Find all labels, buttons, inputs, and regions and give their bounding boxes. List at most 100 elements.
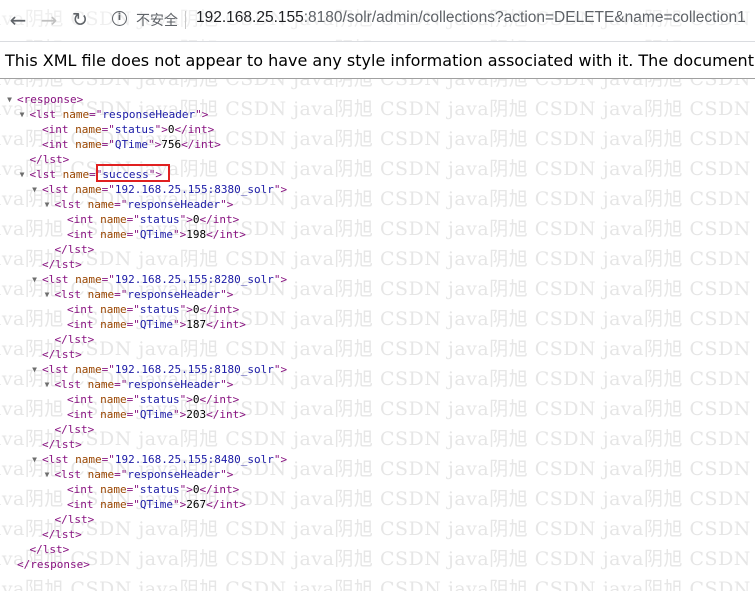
success-highlight-box xyxy=(96,164,170,182)
watermark-row: ava阴旭 CSDN java阴旭 CSDN java阴旭 CSDN java阴… xyxy=(0,578,755,591)
xml-token: 0 xyxy=(192,213,200,226)
xml-token: name xyxy=(87,288,115,301)
watermark-row: ava阴旭 CSDN java阴旭 CSDN java阴旭 CSDN java阴… xyxy=(0,518,755,540)
collapse-triangle-icon[interactable]: ▼ xyxy=(43,467,52,482)
xml-token: </lst> xyxy=(54,513,95,526)
xml-token: name xyxy=(100,213,127,226)
collapse-triangle-icon[interactable]: ▼ xyxy=(18,107,27,122)
xml-token: name xyxy=(100,498,127,511)
xml-token: "> xyxy=(154,123,168,136)
address-bar[interactable]: 192.168.25.155:8180/solr/admin/collectio… xyxy=(196,9,746,27)
xml-token: =" xyxy=(114,198,128,211)
collapse-triangle-icon[interactable]: ▼ xyxy=(30,362,39,377)
collapse-triangle-icon[interactable]: ▼ xyxy=(30,182,39,197)
xml-token: name xyxy=(75,138,102,151)
xml-line-text: <lst name="responseHeader"> xyxy=(55,467,234,482)
xml-token: "> xyxy=(195,108,209,121)
collapse-triangle-icon[interactable]: ▼ xyxy=(43,377,52,392)
xml-token: =" xyxy=(114,378,128,391)
xml-token: <int xyxy=(67,483,101,496)
xml-token: status xyxy=(114,123,155,136)
xml-token: "> xyxy=(273,183,288,196)
xml-token: QTime xyxy=(139,408,173,421)
xml-token: responseHeader xyxy=(102,108,196,121)
xml-token: <lst xyxy=(29,108,63,121)
xml-token: =" xyxy=(114,288,128,301)
security-label[interactable]: 不安全 xyxy=(136,10,178,30)
watermark-row: ava阴旭 CSDN java阴旭 CSDN java阴旭 CSDN java阴… xyxy=(0,248,755,270)
xml-line-text: <lst name="responseHeader"> xyxy=(30,107,209,122)
xml-token: <lst xyxy=(54,468,88,481)
xml-token: </lst> xyxy=(42,258,82,271)
xml-token: "> xyxy=(173,408,187,421)
xml-token: name xyxy=(100,408,127,421)
reload-icon[interactable]: ↻ xyxy=(68,8,92,32)
xml-token: <lst xyxy=(54,288,88,301)
xml-line-text: <int name="QTime">187</int> xyxy=(67,317,246,332)
xml-line-text: <int name="status">0</int> xyxy=(67,212,239,227)
xml-token: <lst xyxy=(42,363,76,376)
xml-token: <lst xyxy=(54,378,88,391)
xml-token: <int xyxy=(67,408,101,421)
xml-info-text: This XML file does not appear to have an… xyxy=(5,51,755,70)
xml-token: name xyxy=(75,363,102,376)
xml-token: status xyxy=(139,393,180,406)
xml-token: 0 xyxy=(192,393,200,406)
xml-token: </int> xyxy=(206,228,246,241)
xml-line-text: <lst name="192.168.25.155:8280_solr"> xyxy=(42,272,287,287)
xml-token: <lst xyxy=(29,168,63,181)
xml-token: <int xyxy=(67,498,101,511)
xml-token: "> xyxy=(173,318,187,331)
collapse-triangle-icon[interactable]: ▼ xyxy=(5,92,14,107)
xml-token: =" xyxy=(101,183,115,196)
xml-token: <int xyxy=(67,393,101,406)
url-separator xyxy=(185,11,186,29)
xml-line-text: </lst> xyxy=(55,422,95,437)
xml-token: </int> xyxy=(199,393,240,406)
collapse-triangle-icon[interactable]: ▼ xyxy=(18,167,27,182)
xml-token: name xyxy=(100,228,127,241)
xml-token: "> xyxy=(273,363,288,376)
forward-arrow-icon[interactable]: → xyxy=(37,8,61,32)
xml-token: </lst> xyxy=(29,153,70,166)
xml-token: responseHeader xyxy=(127,198,221,211)
xml-token: 203 xyxy=(186,408,207,421)
xml-token: =" xyxy=(126,483,140,496)
xml-token: 0 xyxy=(192,483,200,496)
xml-token: =" xyxy=(114,468,128,481)
watermark-row: ava阴旭 CSDN java阴旭 CSDN java阴旭 CSDN java阴… xyxy=(0,548,755,570)
xml-token: =" xyxy=(101,138,115,151)
collapse-triangle-icon[interactable]: ▼ xyxy=(43,287,52,302)
xml-line-text: <response> xyxy=(17,92,83,107)
xml-line-text: <lst name="192.168.25.155:8380_solr"> xyxy=(42,182,287,197)
xml-line-text: <lst name="192.168.25.155:8480_solr"> xyxy=(42,452,287,467)
xml-line-text: </lst> xyxy=(42,257,82,272)
collapse-triangle-icon[interactable]: ▼ xyxy=(30,452,39,467)
back-arrow-icon[interactable]: ← xyxy=(6,8,30,32)
xml-token: QTime xyxy=(139,498,173,511)
xml-token: </int> xyxy=(181,138,221,151)
collapse-triangle-icon[interactable]: ▼ xyxy=(43,197,52,212)
xml-token: "> xyxy=(220,288,234,301)
xml-token: QTime xyxy=(114,138,148,151)
xml-token: </int> xyxy=(206,408,246,421)
xml-token: "> xyxy=(173,228,187,241)
xml-token: </int> xyxy=(199,213,240,226)
xml-token: 0 xyxy=(192,303,200,316)
xml-token: name xyxy=(62,168,90,181)
xml-token: <lst xyxy=(42,453,76,466)
xml-line-text: <lst name="192.168.25.155:8180_solr"> xyxy=(42,362,287,377)
xml-token: 198 xyxy=(186,228,207,241)
info-icon[interactable]: i xyxy=(112,11,127,26)
watermark-row: ava阴旭 CSDN java阴旭 CSDN java阴旭 CSDN java阴… xyxy=(0,338,755,360)
xml-token: name xyxy=(100,393,127,406)
xml-token: <int xyxy=(67,213,101,226)
xml-token: name xyxy=(75,453,102,466)
xml-token: "> xyxy=(173,498,187,511)
collapse-triangle-icon[interactable]: ▼ xyxy=(30,272,39,287)
xml-token: =" xyxy=(101,363,115,376)
xml-token: </int> xyxy=(206,498,246,511)
xml-info-banner: This XML file does not appear to have an… xyxy=(0,42,755,79)
xml-token: =" xyxy=(101,453,115,466)
xml-token: name xyxy=(100,483,127,496)
